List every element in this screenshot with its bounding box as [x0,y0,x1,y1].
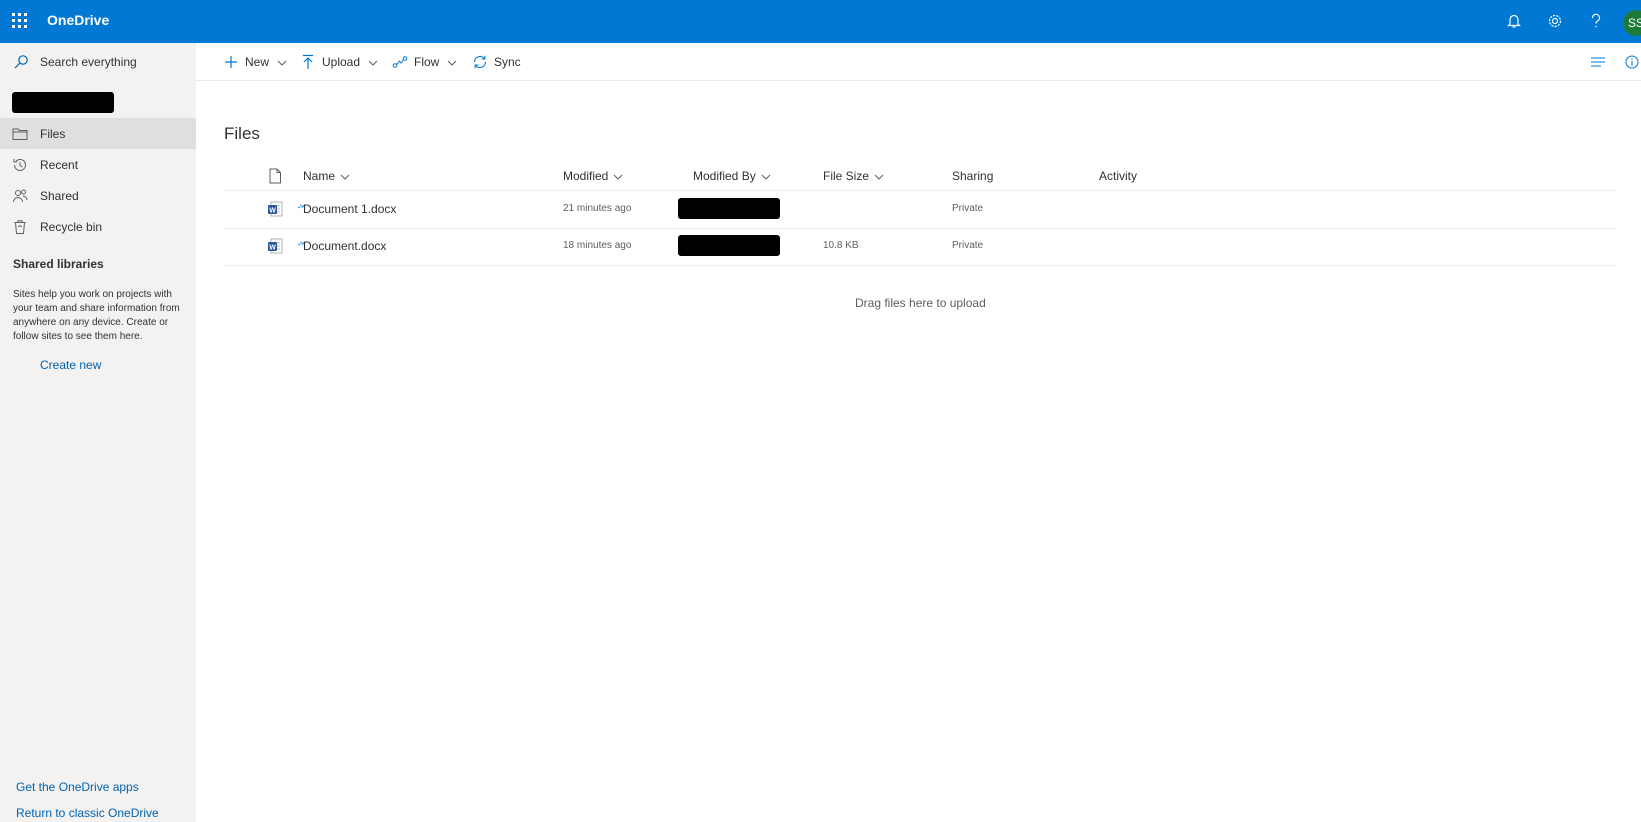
file-size-cell: 10.8 KB [823,240,859,251]
create-new-link[interactable]: Create new [40,358,101,372]
shared-libraries-description: Sites help you work on projects with you… [13,289,180,342]
chevron-down-icon [447,57,457,67]
modified-cell: 21 minutes ago [563,203,632,214]
modified-by-redacted [678,235,780,256]
word-document-icon: W [267,238,283,254]
column-header-label: Activity [1099,169,1138,183]
column-header-file-size[interactable]: File Size [823,163,884,189]
people-icon [12,188,28,204]
history-icon [12,157,28,173]
plus-icon [223,54,239,70]
get-apps-link[interactable]: Get the OneDrive apps [16,780,139,794]
avatar[interactable]: SS [1623,10,1641,36]
command-bar: New Upload Flow Sync [196,43,1641,81]
sidebar-item-label: Files [40,126,66,141]
new-button[interactable]: New [223,43,287,81]
column-header-label: Modified By [693,169,756,183]
sync-icon [472,54,488,70]
upload-button-label: Upload [322,55,361,69]
left-nav: Search everything Files Recent Shared Re… [0,43,196,822]
file-name[interactable]: Document.docx [303,239,386,253]
search-icon [13,54,29,70]
row-divider [224,228,1617,229]
details-pane-button[interactable] [1624,43,1640,81]
svg-text:W: W [269,207,276,214]
new-button-label: New [245,55,270,69]
chevron-down-icon [277,57,287,67]
column-header-activity[interactable]: Activity [1099,163,1137,189]
svg-text:W: W [269,244,276,251]
sidebar-item-label: Recycle bin [40,219,103,234]
flow-button[interactable]: Flow [392,43,457,81]
chevron-down-icon [340,171,350,181]
return-classic-link[interactable]: Return to classic OneDrive [16,806,159,820]
sync-button[interactable]: Sync [472,43,521,81]
flow-icon [392,54,408,70]
chevron-down-icon [368,57,378,67]
sharing-cell[interactable]: Private [952,240,983,251]
app-launcher-icon[interactable] [10,11,30,31]
sidebar-item-label: Shared [40,188,79,203]
list-view-icon [1590,54,1606,70]
account-name-redacted [12,92,114,113]
search-box[interactable]: Search everything [0,43,196,81]
shared-libraries-heading: Shared libraries [13,257,104,271]
column-header-modified[interactable]: Modified [563,163,623,189]
modified-by-redacted [678,198,780,219]
help-icon[interactable] [1586,11,1606,31]
column-header-label: Name [303,169,336,183]
sidebar-item-shared[interactable]: Shared [0,180,196,211]
flow-button-label: Flow [414,55,440,69]
sidebar-item-recycle-bin[interactable]: Recycle bin [0,211,196,242]
upload-icon [300,54,316,70]
header-divider [224,190,1617,191]
file-name[interactable]: Document 1.docx [303,202,396,216]
bell-icon[interactable] [1504,11,1524,31]
column-header-label: Modified [563,169,609,183]
sidebar-item-recent[interactable]: Recent [0,149,196,180]
sidebar-item-files[interactable]: Files [0,118,196,149]
chevron-down-icon [874,171,884,181]
sharing-cell[interactable]: Private [952,203,983,214]
suite-header: OneDrive SS [0,0,1641,43]
drop-zone-hint: Drag files here to upload [855,296,986,310]
page-title: Files [224,124,260,143]
view-options-button[interactable] [1590,43,1606,81]
modified-cell: 18 minutes ago [563,240,632,251]
chevron-down-icon [613,171,623,181]
column-header-name[interactable]: Name [303,163,350,189]
info-icon [1624,54,1640,70]
folder-icon [12,126,28,142]
gear-icon[interactable] [1545,11,1565,31]
row-divider [224,265,1617,266]
recycle-bin-icon [12,219,28,235]
sidebar-item-label: Recent [40,157,79,172]
file-type-header-icon[interactable] [268,163,282,189]
app-title[interactable]: OneDrive [47,12,109,28]
search-placeholder: Search everything [40,55,137,69]
column-header-sharing[interactable]: Sharing [952,163,993,189]
column-header-modified-by[interactable]: Modified By [693,163,771,189]
column-header-label: File Size [823,169,870,183]
column-header-label: Sharing [952,169,994,183]
word-document-icon: W [267,201,283,217]
upload-button[interactable]: Upload [300,43,378,81]
sync-button-label: Sync [494,55,521,69]
chevron-down-icon [761,171,771,181]
